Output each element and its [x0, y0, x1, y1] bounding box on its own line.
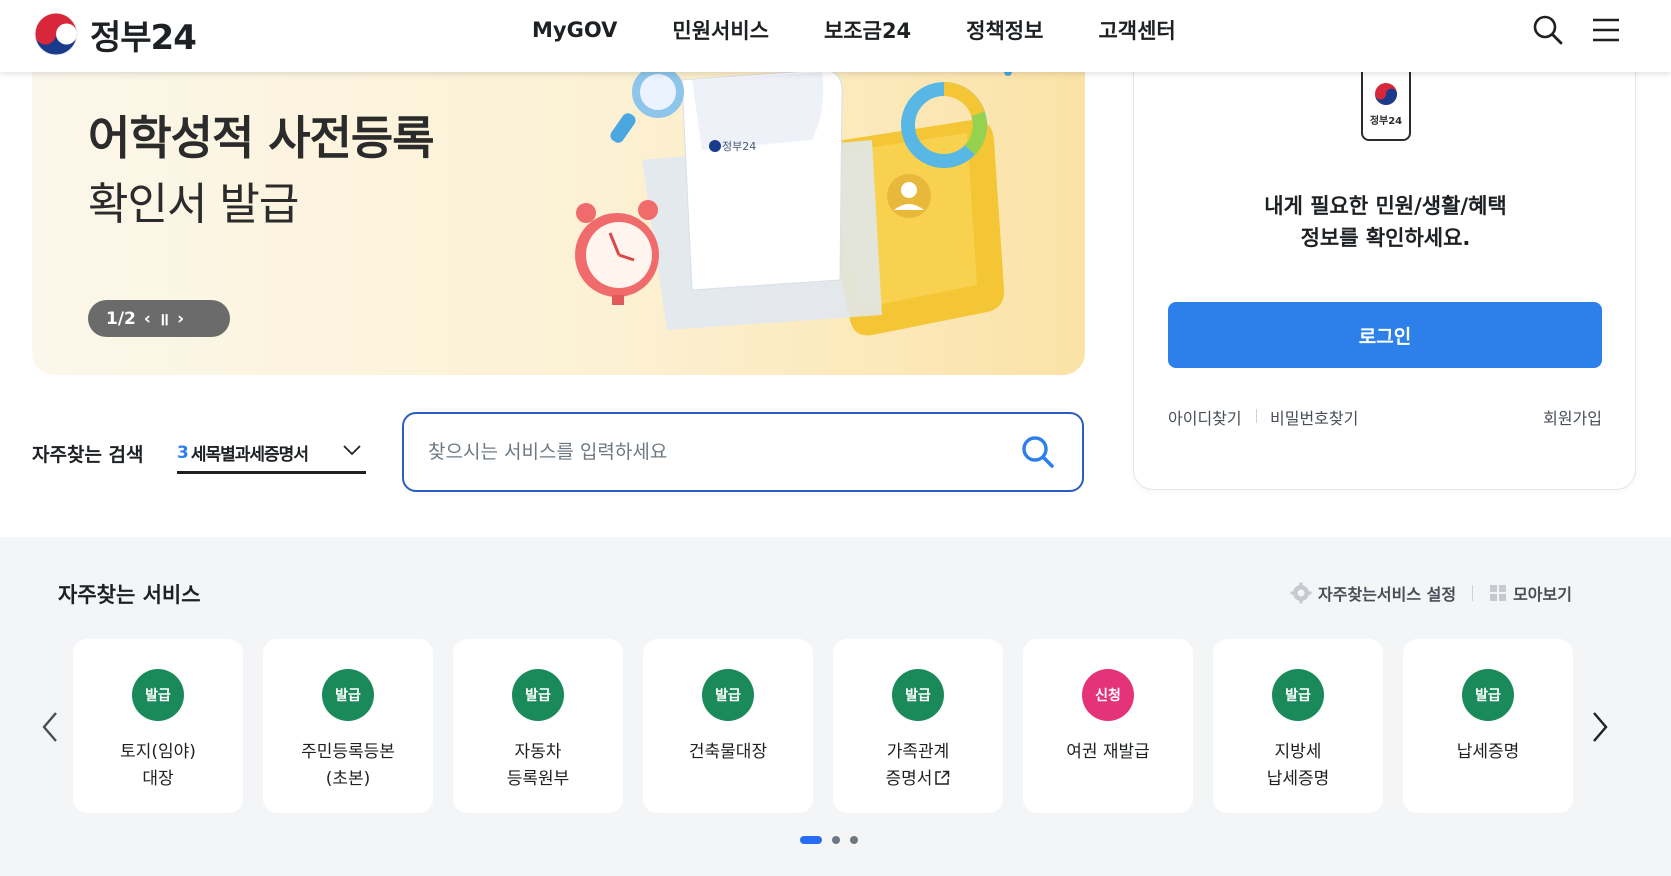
- service-card-tax-payment[interactable]: 발급 납세증명: [1403, 639, 1573, 813]
- chevron-down-icon: [343, 445, 361, 456]
- service-label-line2: 대장: [142, 769, 174, 789]
- search-rank: 3: [177, 442, 189, 463]
- carousel-dots: [800, 835, 858, 845]
- service-label-line2: 납세증명: [1266, 769, 1330, 789]
- taegeuk-logo-icon: [33, 11, 79, 57]
- mobile-phone-icon: 정부24: [1361, 65, 1411, 141]
- services-settings-button[interactable]: 자주찾는서비스 설정: [1290, 581, 1456, 605]
- carousel-dot-1[interactable]: [800, 836, 822, 844]
- frequent-search-label: 자주찾는 검색: [32, 444, 144, 466]
- services-gather-button[interactable]: 모아보기: [1489, 581, 1572, 605]
- phone-logo-text: 정부24: [1370, 114, 1402, 127]
- banner-prev-button[interactable]: ‹: [144, 309, 151, 329]
- banner-title: 어학성적 사전등록: [88, 111, 435, 165]
- frequent-search-dropdown[interactable]: 3 세목별과세증명서: [177, 434, 366, 474]
- tools-divider: [1472, 585, 1474, 601]
- service-label-line2: (초본): [325, 769, 371, 789]
- banner-page-indicator: 1/2: [106, 308, 136, 329]
- promo-banner[interactable]: 어학성적 사전등록 확인서 발급 1/2 ‹ ॥ › 정부24: [32, 50, 1085, 375]
- search-keyword: 세목별과세증명서: [190, 445, 309, 465]
- issue-badge: 발급: [322, 669, 374, 721]
- service-label-line1: 여권 재발급: [1066, 742, 1150, 762]
- external-link-icon: [935, 770, 950, 785]
- service-label-line1: 가족관계: [886, 742, 950, 762]
- carousel-prev-icon[interactable]: [36, 707, 66, 747]
- banner-next-button[interactable]: ›: [177, 309, 184, 329]
- main-nav: MyGOV 민원서비스 보조금24 정책정보 고객센터: [500, 0, 1231, 60]
- login-message-line1: 내게 필요한 민원/생활/혜택: [1264, 194, 1507, 218]
- service-card-label: 지방세 납세증명: [1213, 739, 1383, 793]
- service-card-label: 자동차 등록원부: [453, 739, 623, 793]
- issue-badge: 발급: [512, 669, 564, 721]
- site-header: 정부24 MyGOV 민원서비스 보조금24 정책정보 고객센터: [0, 0, 1671, 72]
- page: 정부24 MyGOV 민원서비스 보조금24 정책정보 고객센터 어학성적 사전…: [0, 0, 1671, 876]
- banner-pager: 1/2 ‹ ॥ ›: [88, 300, 230, 337]
- login-button[interactable]: 로그인: [1168, 302, 1602, 368]
- carousel-dot-3[interactable]: [850, 836, 858, 844]
- search-icon[interactable]: [1530, 12, 1566, 48]
- frequent-services-section: 자주찾는 서비스 자주찾는서비스 설정 모아보기 발급 토지(임야) 대장 발급…: [0, 537, 1671, 876]
- nav-mygov[interactable]: MyGOV: [532, 18, 617, 42]
- search-submit-icon[interactable]: [1018, 432, 1058, 472]
- service-label-line1: 납세증명: [1456, 742, 1520, 762]
- link-divider: [1256, 409, 1257, 423]
- grid-icon: [1490, 585, 1507, 601]
- carousel-dot-2[interactable]: [832, 836, 840, 844]
- issue-badge: 발급: [1272, 669, 1324, 721]
- banner-pause-button[interactable]: ॥: [159, 307, 169, 330]
- issue-badge: 발급: [892, 669, 944, 721]
- services-gather-label: 모아보기: [1513, 585, 1572, 604]
- service-card-label: 납세증명: [1403, 739, 1573, 766]
- services-settings-label: 자주찾는서비스 설정: [1318, 585, 1457, 604]
- find-password-link[interactable]: 비밀번호찾기: [1270, 405, 1358, 429]
- service-card-label: 여권 재발급: [1023, 739, 1193, 766]
- frequent-services-tools: 자주찾는서비스 설정 모아보기: [1290, 581, 1572, 605]
- service-label-line1: 주민등록등본: [301, 742, 395, 762]
- issue-badge: 발급: [702, 669, 754, 721]
- service-card-label: 건축물대장: [643, 739, 813, 766]
- signup-link[interactable]: 회원가입: [1543, 405, 1602, 429]
- service-label-line2: 증명서: [885, 769, 933, 789]
- document-illustration: 정부24: [575, 59, 1012, 336]
- service-card-family-relation[interactable]: 발급 가족관계 증명서: [833, 639, 1003, 813]
- service-search-box: [402, 412, 1084, 492]
- service-card-label: 주민등록등본 (초본): [263, 739, 433, 793]
- find-id-link[interactable]: 아이디찾기: [1168, 405, 1242, 429]
- site-logo[interactable]: 정부24: [32, 8, 197, 60]
- gear-icon: [1290, 582, 1312, 604]
- frequent-services-title: 자주찾는 서비스: [58, 583, 201, 607]
- service-card-resident-register[interactable]: 발급 주민등록등본 (초본): [263, 639, 433, 813]
- service-card-label: 토지(임야) 대장: [73, 739, 243, 793]
- login-panel: 정부24 내게 필요한 민원/생활/혜택 정보를 확인하세요. 로그인 아이디찾…: [1133, 50, 1636, 490]
- banner-subtitle: 확인서 발급: [88, 179, 299, 230]
- banner-doc-label: 정부24: [722, 140, 756, 153]
- login-links: 아이디찾기 비밀번호찾기 회원가입: [1168, 405, 1602, 429]
- service-label-line2-wrap: 증명서: [833, 766, 1003, 793]
- service-card-vehicle-register[interactable]: 발급 자동차 등록원부: [453, 639, 623, 813]
- service-label-line2: 등록원부: [506, 769, 570, 789]
- apply-badge: 신청: [1082, 669, 1134, 721]
- nav-policy-info[interactable]: 정책정보: [966, 15, 1043, 45]
- issue-badge: 발급: [1462, 669, 1514, 721]
- service-card-passport-reissue[interactable]: 신청 여권 재발급: [1023, 639, 1193, 813]
- carousel-next-icon[interactable]: [1584, 707, 1614, 747]
- service-card-land-register[interactable]: 발급 토지(임야) 대장: [73, 639, 243, 813]
- service-label-line1: 건축물대장: [688, 742, 768, 762]
- service-label-line1: 지방세: [1274, 742, 1322, 762]
- issue-badge: 발급: [132, 669, 184, 721]
- service-search-input[interactable]: [428, 432, 988, 472]
- service-label-line1: 토지(임야): [120, 742, 196, 762]
- service-card-label: 가족관계 증명서: [833, 739, 1003, 793]
- nav-customer-center[interactable]: 고객센터: [1098, 15, 1175, 45]
- nav-civil-service[interactable]: 민원서비스: [672, 15, 769, 45]
- service-card-local-tax[interactable]: 발급 지방세 납세증명: [1213, 639, 1383, 813]
- logo-text: 정부24: [90, 17, 197, 58]
- nav-subsidy24[interactable]: 보조금24: [824, 15, 911, 45]
- hamburger-menu-icon[interactable]: [1590, 14, 1622, 46]
- service-label-line1: 자동차: [514, 742, 562, 762]
- service-card-building-register[interactable]: 발급 건축물대장: [643, 639, 813, 813]
- login-message-line2: 정보를 확인하세요.: [1300, 226, 1471, 250]
